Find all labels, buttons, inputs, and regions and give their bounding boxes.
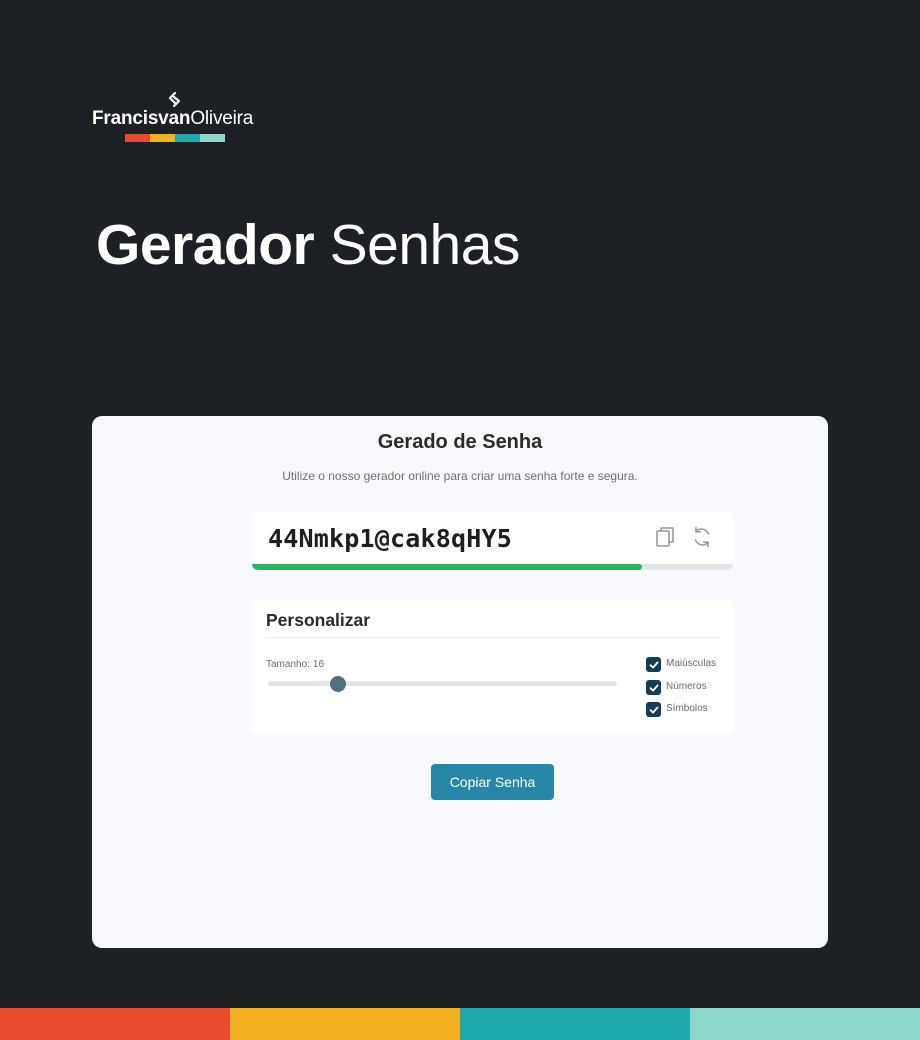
numbers-label: Números [666,680,707,692]
brand-color-1 [125,134,150,142]
check-icon [649,684,658,691]
chevron-mark-icon [168,92,181,108]
check-icon [649,706,658,713]
strength-meter-fill [252,564,642,570]
length-slider[interactable] [268,681,617,686]
check-icon [649,661,658,668]
stripe-color-2 [230,1008,460,1040]
divider [266,637,719,638]
refresh-icon[interactable] [690,525,714,549]
length-label: Tamanho: 16 [266,659,324,670]
uppercase-checkbox[interactable] [646,657,661,672]
brand-name-bold: Francisvan [92,108,191,129]
page-title: Gerador Senhas [96,212,520,278]
option-uppercase[interactable]: Maiúsculas [646,657,716,672]
card-subtitle: Utilize o nosso gerador online para cria… [282,469,638,483]
length-value: 16 [312,659,325,670]
brand-color-4 [200,134,225,142]
stripe-color-3 [460,1008,690,1040]
copy-password-button[interactable]: Copiar Senha [431,764,554,800]
stripe-color-4 [690,1008,920,1040]
card-title: Gerado de Senha [377,431,543,453]
brand-color-2 [150,134,175,142]
brand-name-regular: Oliveira [190,108,254,129]
footer-color-stripe [0,1008,920,1040]
customize-panel: Personalizar Tamanho: 16 Maiúsculas Númer… [252,600,733,735]
brand-logo: FrancisvanOliveira [92,92,262,146]
strength-meter [252,564,733,570]
numbers-checkbox[interactable] [646,680,661,695]
password-display: 44Nmkp1@cak8qHY5 [252,512,733,570]
option-numbers[interactable]: Números [646,680,707,695]
length-slider-thumb[interactable] [329,676,346,692]
stripe-color-1 [0,1008,230,1040]
password-value[interactable]: 44Nmkp1@cak8qHY5 [268,524,512,553]
length-label-text: Tamanho: [266,659,310,670]
symbols-label: Símbolos [666,702,708,714]
brand-color-bar [125,134,225,142]
option-symbols[interactable]: Símbolos [646,702,708,717]
brand-color-3 [175,134,200,142]
customize-title: Personalizar [266,610,371,630]
page-title-bold: Gerador [96,213,315,277]
uppercase-label: Maiúsculas [666,657,717,669]
copy-icon[interactable] [653,525,677,549]
symbols-checkbox[interactable] [646,702,661,717]
brand-name: FrancisvanOliveira [92,108,253,130]
page-title-light: Senhas [329,213,521,277]
